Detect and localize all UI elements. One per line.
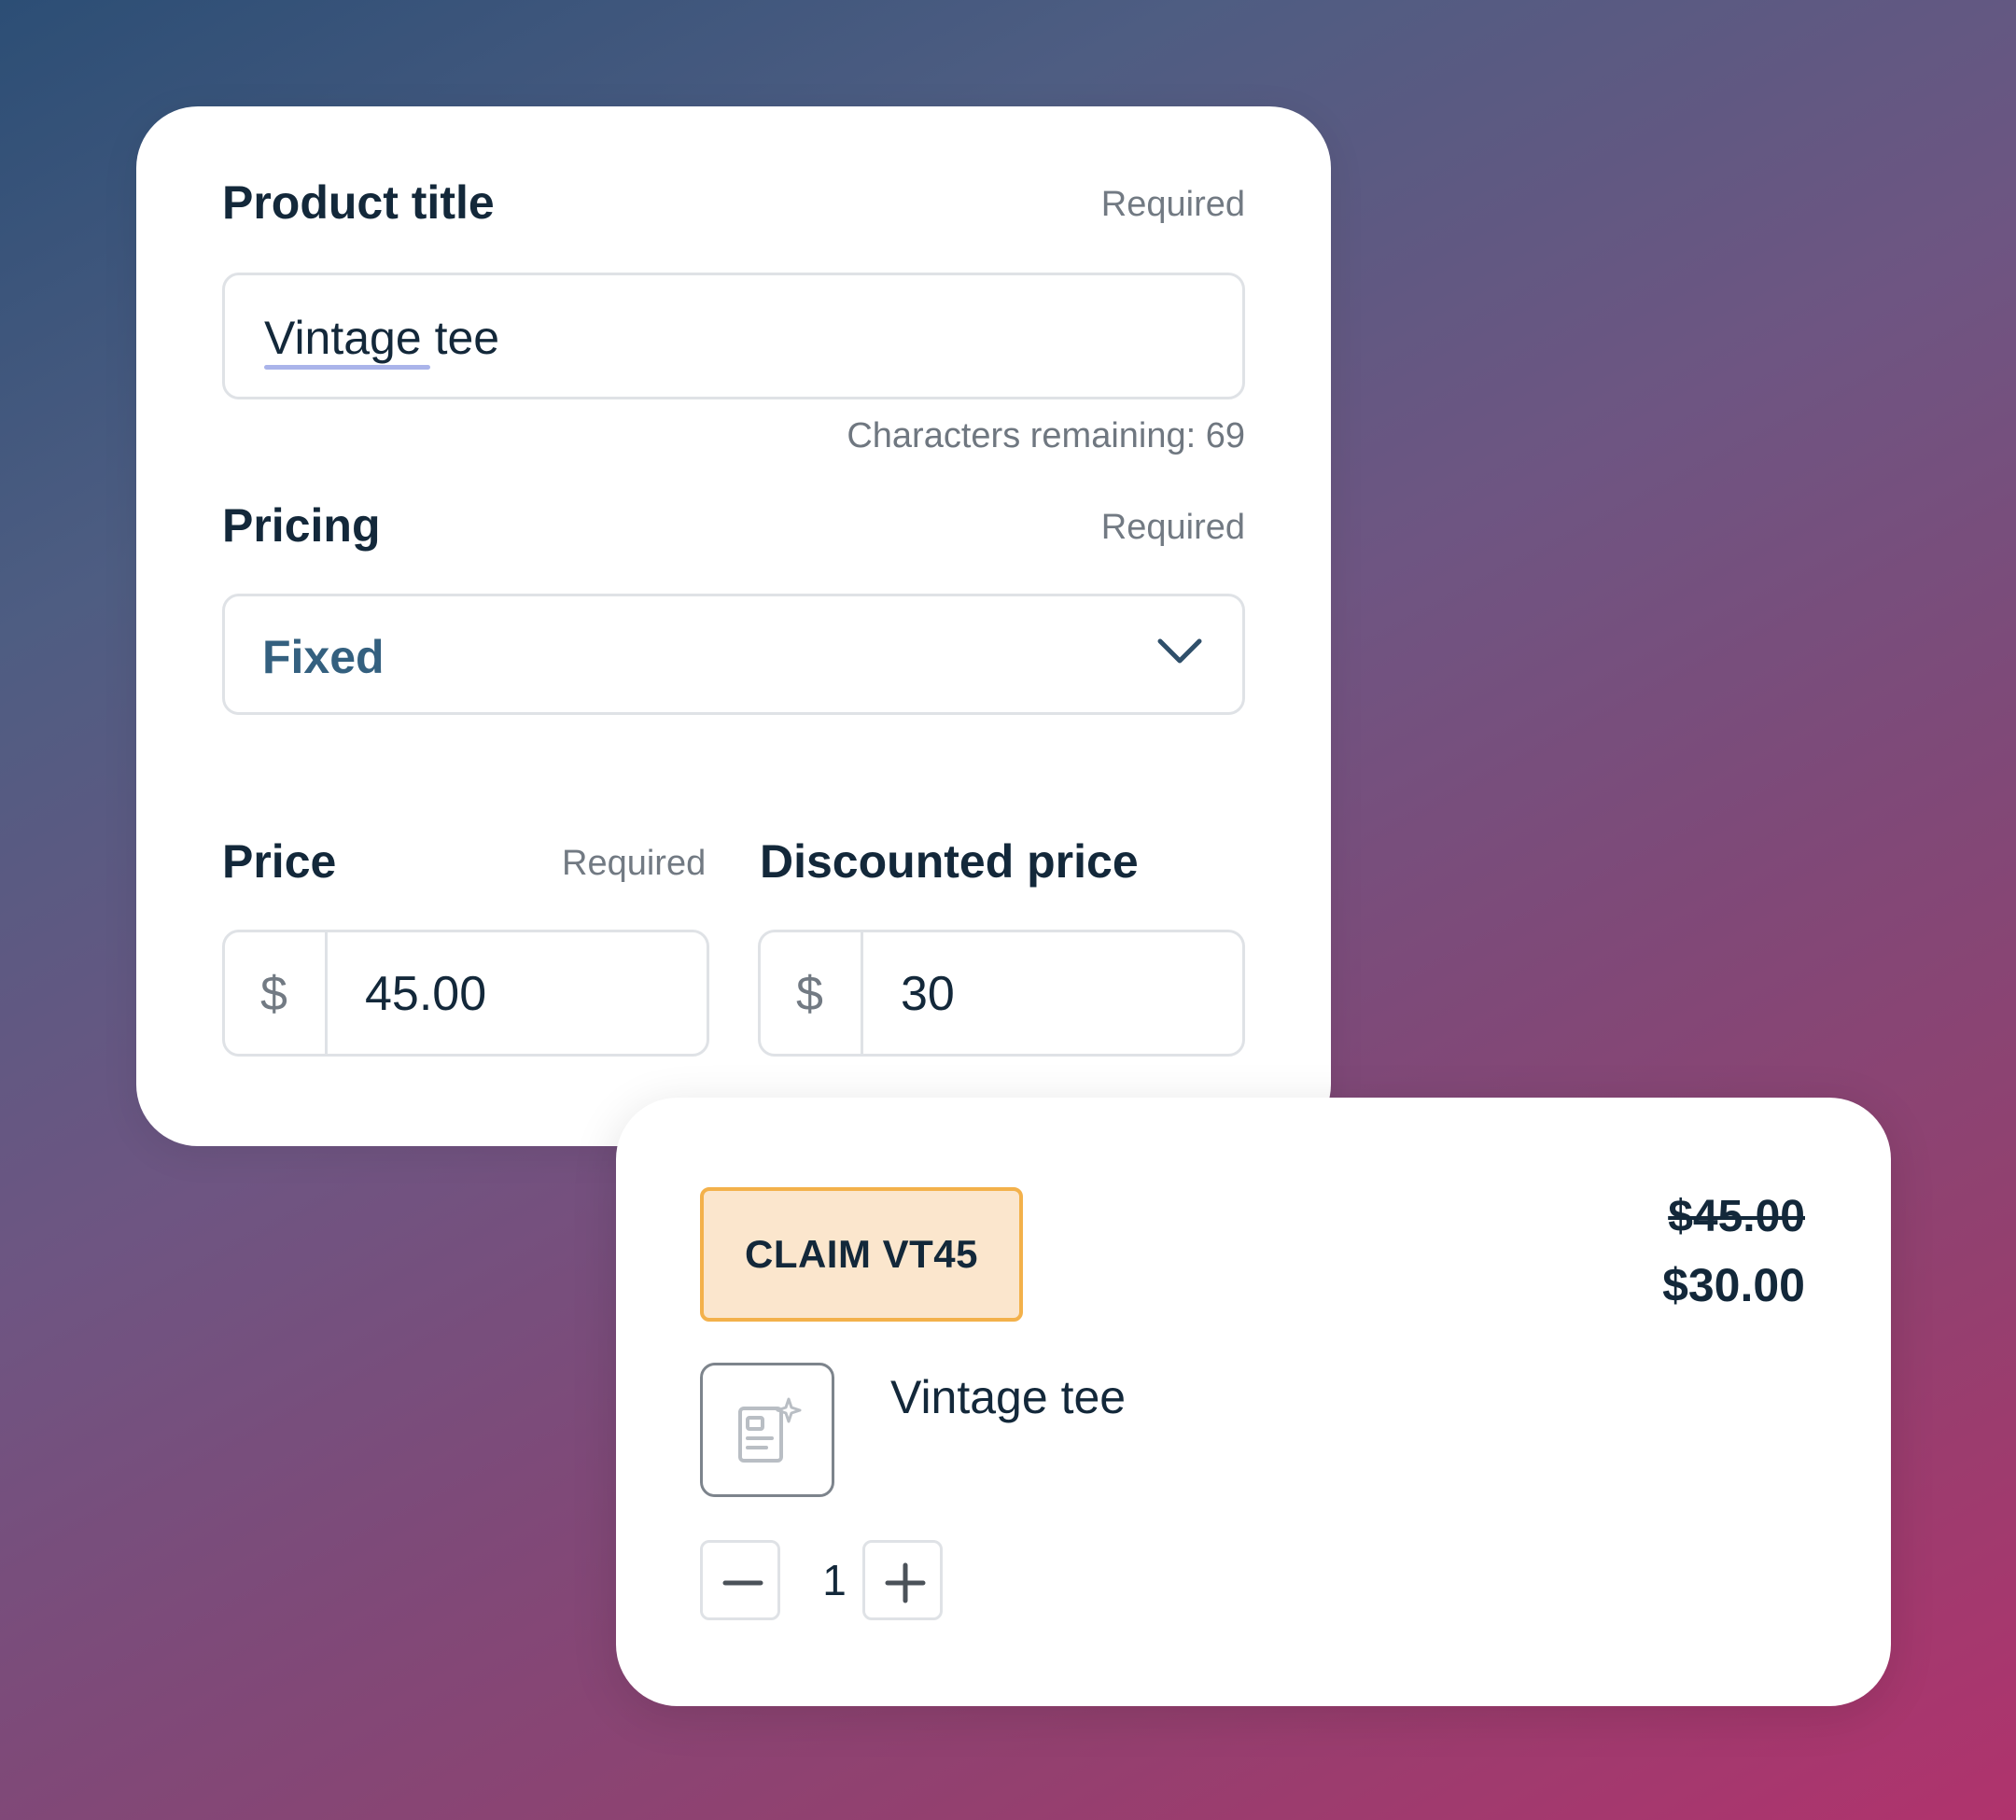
pricing-select[interactable]: Fixed (222, 594, 1245, 715)
chevron-down-icon (1157, 638, 1202, 664)
product-form-card: Product title Required Vintage tee Chara… (136, 106, 1331, 1146)
original-price: $45.00 (1668, 1192, 1805, 1241)
quantity-value: 1 (822, 1556, 847, 1604)
discounted-price-label: Discounted price (760, 835, 1139, 888)
price-required: Required (562, 844, 707, 883)
product-thumbnail (700, 1363, 834, 1497)
pricing-required: Required (1100, 508, 1245, 547)
price-label: Price (222, 835, 337, 888)
discounted-price-input[interactable]: $ 30 (758, 930, 1245, 1057)
minus-icon (722, 1580, 763, 1586)
pricing-select-value: Fixed (262, 631, 385, 683)
discounted-price-prefix-cell: $ (761, 932, 863, 1054)
price-prefix-cell: $ (225, 932, 328, 1054)
product-title-label: Product title (222, 176, 495, 229)
product-title-value: Vintage tee (264, 312, 500, 364)
characters-remaining: Characters remaining: 69 (847, 416, 1245, 455)
price-value: 45.00 (365, 967, 487, 1021)
discounted-price-value: 30 (901, 967, 955, 1021)
discounted-price-currency-prefix: $ (796, 967, 823, 1021)
increment-button[interactable] (862, 1540, 943, 1620)
pricing-label: Pricing (222, 499, 381, 552)
image-placeholder-icon (738, 1397, 802, 1463)
price-currency-prefix: $ (260, 967, 287, 1021)
product-title-required: Required (1100, 185, 1245, 224)
spellcheck-underline (264, 365, 430, 370)
decrement-button[interactable] (700, 1540, 780, 1620)
price-input[interactable]: $ 45.00 (222, 930, 709, 1057)
discounted-price: $30.00 (1662, 1259, 1805, 1311)
product-name: Vintage tee (890, 1371, 1127, 1423)
product-title-input[interactable]: Vintage tee (222, 273, 1245, 399)
coupon-code-badge: CLAIM VT45 (700, 1187, 1023, 1322)
plus-icon (885, 1562, 926, 1603)
product-preview-card: CLAIM VT45 $45.00 $30.00 Vintage tee 1 (616, 1098, 1891, 1706)
